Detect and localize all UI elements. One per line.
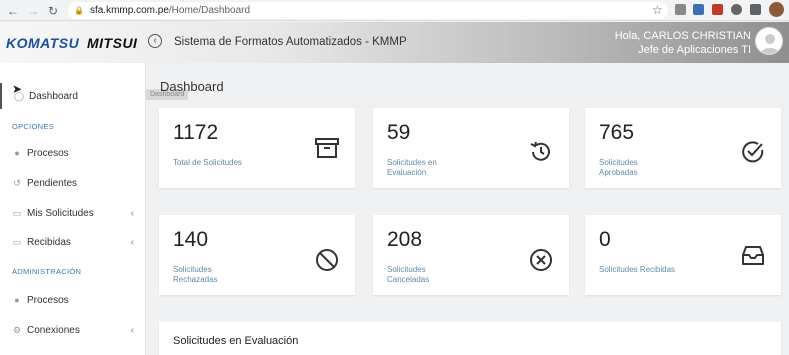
circle-icon: ● (14, 148, 20, 158)
sidebar-section-opciones: OPCIONES (12, 122, 54, 131)
extension-icon[interactable] (731, 4, 742, 15)
stat-card-total[interactable]: 1172 Total de Solicitudes (159, 108, 355, 188)
sidebar-item-pendientes[interactable]: ↺ Pendientes (0, 170, 146, 196)
page-title: Dashboard (160, 79, 224, 94)
stat-value: 1172 (173, 121, 219, 144)
gear-icon: ⚙ (12, 324, 22, 335)
sidebar-item-recibidas[interactable]: ▭ Recibidas ‹ (0, 229, 146, 255)
app-header: KOMATSU MITSUI ‹ Sistema de Formatos Aut… (0, 22, 789, 63)
chevron-left-icon: ‹ (130, 207, 134, 219)
sidebar-item-admin-procesos[interactable]: ● Procesos (0, 287, 146, 313)
stat-card-evaluacion[interactable]: 59 Solicitudes en Evaluación (373, 108, 569, 188)
ban-icon (313, 246, 341, 274)
sidebar-item-label: Procesos (27, 147, 69, 159)
url-path: /Home/Dashboard (168, 5, 251, 16)
sidebar-item-conexiones[interactable]: ⚙ Conexiones ‹ (0, 317, 146, 343)
document-icon: ▭ (12, 207, 22, 218)
stat-label: Solicitudes Rechazadas (173, 265, 218, 284)
app-title: Sistema de Formatos Automatizados - KMMP (174, 36, 407, 48)
stat-value: 140 (173, 228, 209, 251)
extension-icon[interactable] (675, 4, 686, 15)
forward-arrow-icon[interactable]: → (24, 2, 42, 20)
sidebar-item-procesos[interactable]: ● Procesos (0, 140, 146, 166)
stat-card-canceladas[interactable]: 208 Solicitudes Canceladas (373, 215, 569, 295)
inbox-icon (739, 241, 767, 269)
sidebar-section-administracion: ADMINISTRACIÓN (12, 267, 82, 276)
x-circle-icon (527, 246, 555, 274)
user-greeting: Hola, CARLOS CHRISTIAN Jefe de Aplicacio… (615, 29, 751, 57)
sidebar: ◯ Dashboard OPCIONES ● Procesos ↺ Pendie… (0, 63, 146, 355)
reload-icon[interactable]: ↻ (44, 2, 62, 20)
archive-icon (313, 134, 341, 162)
url-host: sfa.kmmp.com.pe (89, 5, 169, 16)
mouse-cursor-icon: ➤ (12, 82, 23, 96)
sidebar-item-label: Recibidas (27, 236, 71, 248)
stat-label: Solicitudes Canceladas (387, 265, 430, 284)
section-title: Solicitudes en Evaluación (173, 335, 299, 347)
user-role: Jefe de Aplicaciones TI (638, 44, 751, 56)
solicitudes-evaluacion-panel: Solicitudes en Evaluación (159, 322, 781, 355)
stat-card-aprobadas[interactable]: 765 Solicitudes Aprobadas (585, 108, 781, 188)
mitsui-logo: MITSUI (87, 35, 138, 51)
stat-value: 59 (387, 121, 411, 144)
browser-toolbar: ← → ↻ 🔒 sfa.kmmp.com.pe/Home/Dashboard ☆ (0, 0, 789, 21)
chevron-left-icon: ‹ (130, 324, 134, 336)
sidebar-item-label: Pendientes (27, 177, 78, 189)
sidebar-item-label: Mis Solicitudes (27, 207, 94, 219)
address-bar[interactable]: 🔒 sfa.kmmp.com.pe/Home/Dashboard (68, 2, 668, 19)
profile-avatar[interactable] (769, 2, 784, 17)
stat-card-rechazadas[interactable]: 140 Solicitudes Rechazadas (159, 215, 355, 295)
back-arrow-icon[interactable]: ← (4, 2, 22, 20)
chevron-left-icon: ‹ (130, 236, 134, 248)
stat-value: 765 (599, 121, 635, 144)
user-name: Hola, CARLOS CHRISTIAN (614, 30, 751, 42)
circle-icon: ● (14, 295, 20, 305)
bookmark-star-icon[interactable]: ☆ (652, 3, 663, 17)
check-circle-icon (739, 138, 767, 166)
history-icon (527, 138, 555, 166)
stat-value: 0 (599, 228, 611, 251)
stat-label: Solicitudes Recibidas (599, 265, 676, 274)
lock-icon: 🔒 (74, 6, 84, 15)
toggle-sidebar-icon[interactable]: ‹ (148, 34, 162, 48)
stat-label: Solicitudes en Evaluación (387, 158, 437, 177)
sidebar-item-label: Procesos (27, 294, 69, 306)
stat-card-recibidas[interactable]: 0 Solicitudes Recibidas (585, 215, 781, 295)
user-avatar[interactable] (755, 27, 783, 55)
sidebar-item-label: Dashboard (29, 90, 78, 102)
extension-icon[interactable] (712, 4, 723, 15)
sidebar-item-label: Conexiones (27, 324, 80, 336)
sidebar-item-mis-solicitudes[interactable]: ▭ Mis Solicitudes ‹ (0, 200, 146, 226)
history-icon: ↺ (13, 177, 21, 188)
stat-value: 208 (387, 228, 423, 251)
komatsu-logo: KOMATSU (6, 35, 80, 51)
extension-icon[interactable] (693, 4, 704, 15)
stat-label: Solicitudes Aprobadas (599, 158, 638, 177)
puzzle-icon[interactable] (750, 4, 761, 15)
stat-label: Total de Solicitudes (173, 158, 242, 167)
document-icon: ▭ (12, 236, 22, 247)
